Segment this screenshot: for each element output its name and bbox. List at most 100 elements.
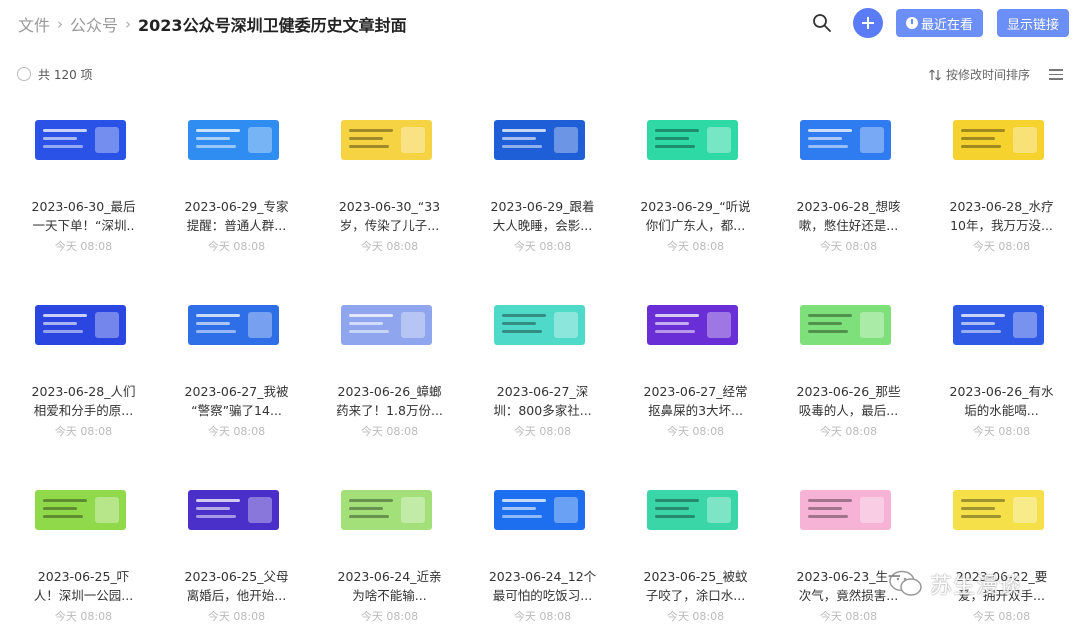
- file-item[interactable]: 2023-06-29_“听说你们广东人，都...今天 08:08: [619, 92, 772, 277]
- file-item[interactable]: 2023-06-26_蟑螂药来了！1.8万份...今天 08:08: [313, 277, 466, 462]
- file-item[interactable]: 2023-06-24_近亲为啥不能输... 今天 08:08: [313, 462, 466, 631]
- file-name: 2023-06-26_有水垢的水能喝...: [925, 382, 1078, 420]
- file-thumbnail[interactable]: [188, 120, 279, 160]
- file-name-line: 2023-06-30_最后: [7, 197, 160, 216]
- file-thumbnail[interactable]: [953, 120, 1044, 160]
- recent-viewed-button[interactable]: 最近在看: [896, 9, 983, 37]
- file-thumbnail[interactable]: [800, 305, 891, 345]
- file-item[interactable]: 2023-06-29_跟着大人晚睡，会影... 今天 08:08: [466, 92, 619, 277]
- file-thumbnail[interactable]: [647, 120, 738, 160]
- clock-icon: [906, 17, 918, 29]
- file-item[interactable]: 2023-06-22_要爱，拥开双手...今天 08:08: [925, 462, 1078, 631]
- file-name-line: 2023-06-27_经常: [619, 382, 772, 401]
- file-modified-time: 今天 08:08: [313, 608, 466, 624]
- file-name-line: 人！深圳一公园...: [7, 586, 160, 605]
- breadcrumb-official-account[interactable]: 公众号: [70, 12, 118, 36]
- file-name-line: 为啥不能输...: [313, 586, 466, 605]
- file-name: 2023-06-25_吓人！深圳一公园...: [7, 567, 160, 605]
- file-thumbnail[interactable]: [647, 305, 738, 345]
- item-count: 共 120 项: [38, 66, 93, 83]
- file-name-line: 子咬了，涂口水...: [619, 586, 772, 605]
- breadcrumb-files[interactable]: 文件: [18, 12, 50, 36]
- add-button[interactable]: [853, 8, 883, 38]
- file-modified-time: 今天 08:08: [313, 238, 466, 254]
- file-thumbnail[interactable]: [341, 490, 432, 530]
- file-name-line: 你们广东人，都...: [619, 216, 772, 235]
- file-item[interactable]: 2023-06-28_水疗10年，我万万没... 今天 08:08: [925, 92, 1078, 277]
- file-name-line: 垢的水能喝...: [925, 401, 1078, 420]
- list-toolbar: 共 120 项 按修改时间排序: [0, 60, 1080, 88]
- file-name-line: 圳：800多家社...: [466, 401, 619, 420]
- file-thumbnail[interactable]: [341, 305, 432, 345]
- file-modified-time: 今天 08:08: [466, 423, 619, 439]
- file-item[interactable]: 2023-06-25_父母离婚后，他开始...今天 08:08: [160, 462, 313, 631]
- file-name-line: 2023-06-29_“听说: [619, 197, 772, 216]
- file-thumbnail[interactable]: [494, 490, 585, 530]
- file-modified-time: 今天 08:08: [772, 238, 925, 254]
- watermark-text: 苏生漫谈: [930, 568, 1022, 600]
- file-name-line: 最可怕的吃饭习...: [466, 586, 619, 605]
- file-thumbnail[interactable]: [35, 490, 126, 530]
- file-item[interactable]: 2023-06-27_我被“警察”骗了14...今天 08:08: [160, 277, 313, 462]
- file-thumbnail[interactable]: [494, 120, 585, 160]
- file-item[interactable]: 2023-06-27_经常抠鼻屎的3大坏...今天 08:08: [619, 277, 772, 462]
- file-thumbnail[interactable]: [494, 305, 585, 345]
- file-item[interactable]: 2023-06-30_“33岁，传染了儿子... 今天 08:08: [313, 92, 466, 277]
- file-item[interactable]: 2023-06-28_人们相爱和分手的原... 今天 08:08: [7, 277, 160, 462]
- file-thumbnail[interactable]: [800, 120, 891, 160]
- file-name: 2023-06-28_水疗10年，我万万没...: [925, 197, 1078, 235]
- file-item[interactable]: 2023-06-25_吓人！深圳一公园... 今天 08:08: [7, 462, 160, 631]
- file-thumbnail[interactable]: [953, 305, 1044, 345]
- show-link-label: 显示链接: [1007, 14, 1059, 33]
- file-item[interactable]: 2023-06-26_有水垢的水能喝... 今天 08:08: [925, 277, 1078, 462]
- file-thumbnail[interactable]: [188, 490, 279, 530]
- file-name: 2023-06-29_专家提醒：普通人群...: [160, 197, 313, 235]
- search-icon[interactable]: [812, 13, 832, 33]
- file-thumbnail[interactable]: [35, 305, 126, 345]
- file-name-line: 离婚后，他开始...: [160, 586, 313, 605]
- file-modified-time: 今天 08:08: [925, 238, 1078, 254]
- file-thumbnail[interactable]: [341, 120, 432, 160]
- file-name-line: 2023-06-29_跟着: [466, 197, 619, 216]
- sort-arrows-icon: [928, 68, 942, 82]
- file-item[interactable]: 2023-06-23_生一次气，竟然损害...今天 08:08: [772, 462, 925, 631]
- file-name-line: 2023-06-26_那些: [772, 382, 925, 401]
- file-name: 2023-06-27_深圳：800多家社...: [466, 382, 619, 420]
- file-name: 2023-06-28_人们相爱和分手的原...: [7, 382, 160, 420]
- file-item[interactable]: 2023-06-27_深圳：800多家社... 今天 08:08: [466, 277, 619, 462]
- file-modified-time: 今天 08:08: [7, 423, 160, 439]
- file-name: 2023-06-30_“33岁，传染了儿子...: [313, 197, 466, 235]
- file-item[interactable]: 2023-06-24_12个最可怕的吃饭习...今天 08:08: [466, 462, 619, 631]
- file-item[interactable]: 2023-06-25_被蚊子咬了，涂口水...今天 08:08: [619, 462, 772, 631]
- file-item[interactable]: 2023-06-29_专家提醒：普通人群...今天 08:08: [160, 92, 313, 277]
- file-thumbnail[interactable]: [647, 490, 738, 530]
- sort-button[interactable]: 按修改时间排序: [928, 66, 1030, 83]
- file-thumbnail[interactable]: [188, 305, 279, 345]
- file-modified-time: 今天 08:08: [925, 423, 1078, 439]
- file-name: 2023-06-29_“听说你们广东人，都...: [619, 197, 772, 235]
- file-name-line: 2023-06-24_12个: [466, 567, 619, 586]
- file-name-line: 2023-06-26_有水: [925, 382, 1078, 401]
- file-name-line: 2023-06-27_我被: [160, 382, 313, 401]
- file-name-line: 2023-06-30_“33: [313, 197, 466, 216]
- file-thumbnail[interactable]: [953, 490, 1044, 530]
- file-name-line: 2023-06-28_想咳: [772, 197, 925, 216]
- file-modified-time: 今天 08:08: [466, 238, 619, 254]
- file-item[interactable]: 2023-06-26_那些吸毒的人，最后...今天 08:08: [772, 277, 925, 462]
- select-all-checkbox[interactable]: [17, 67, 31, 81]
- file-item[interactable]: 2023-06-28_想咳嗽，憋住好还是...今天 08:08: [772, 92, 925, 277]
- file-name-line: 药来了！1.8万份...: [313, 401, 466, 420]
- file-modified-time: 今天 08:08: [7, 608, 160, 624]
- file-thumbnail[interactable]: [800, 490, 891, 530]
- file-name: 2023-06-29_跟着大人晚睡，会影...: [466, 197, 619, 235]
- list-menu-icon[interactable]: [1049, 69, 1063, 80]
- file-name-line: 10年，我万万没...: [925, 216, 1078, 235]
- file-name: 2023-06-25_父母离婚后，他开始...: [160, 567, 313, 605]
- file-name: 2023-06-27_经常抠鼻屎的3大坏...: [619, 382, 772, 420]
- wechat-logo-icon: [888, 569, 924, 599]
- file-item[interactable]: 2023-06-30_最后一天下单！“深圳..今天 08:08: [7, 92, 160, 277]
- file-thumbnail[interactable]: [35, 120, 126, 160]
- file-name-line: 一天下单！“深圳..: [7, 216, 160, 235]
- file-name: 2023-06-24_近亲为啥不能输...: [313, 567, 466, 605]
- show-link-button[interactable]: 显示链接: [997, 9, 1069, 37]
